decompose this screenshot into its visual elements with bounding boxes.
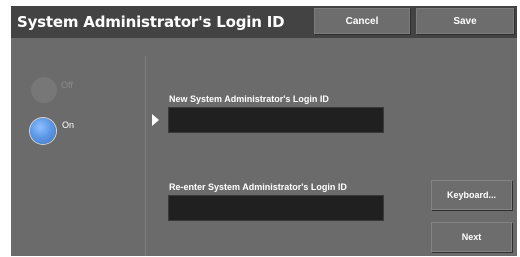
title-bar: System Administrator's Login ID Cancel S… <box>11 6 517 38</box>
page-title: System Administrator's Login ID <box>17 13 285 31</box>
current-field-arrow-icon <box>152 114 159 126</box>
reenter-login-id-label: Re-enter System Administrator's Login ID <box>169 182 347 192</box>
off-radio-button[interactable] <box>31 77 57 103</box>
login-id-screen: System Administrator's Login ID Cancel S… <box>11 6 517 256</box>
cancel-button[interactable]: Cancel <box>314 8 410 34</box>
off-option-label: Off <box>61 80 73 90</box>
section-divider <box>145 56 146 256</box>
save-button[interactable]: Save <box>416 8 514 34</box>
keyboard-button[interactable]: Keyboard... <box>431 180 512 210</box>
on-radio-button[interactable] <box>30 118 56 144</box>
on-option-label: On <box>62 120 75 130</box>
reenter-login-id-field[interactable] <box>168 195 384 221</box>
new-login-id-label: New System Administrator's Login ID <box>169 94 329 104</box>
new-login-id-field[interactable] <box>168 107 384 133</box>
next-button[interactable]: Next <box>431 222 512 252</box>
